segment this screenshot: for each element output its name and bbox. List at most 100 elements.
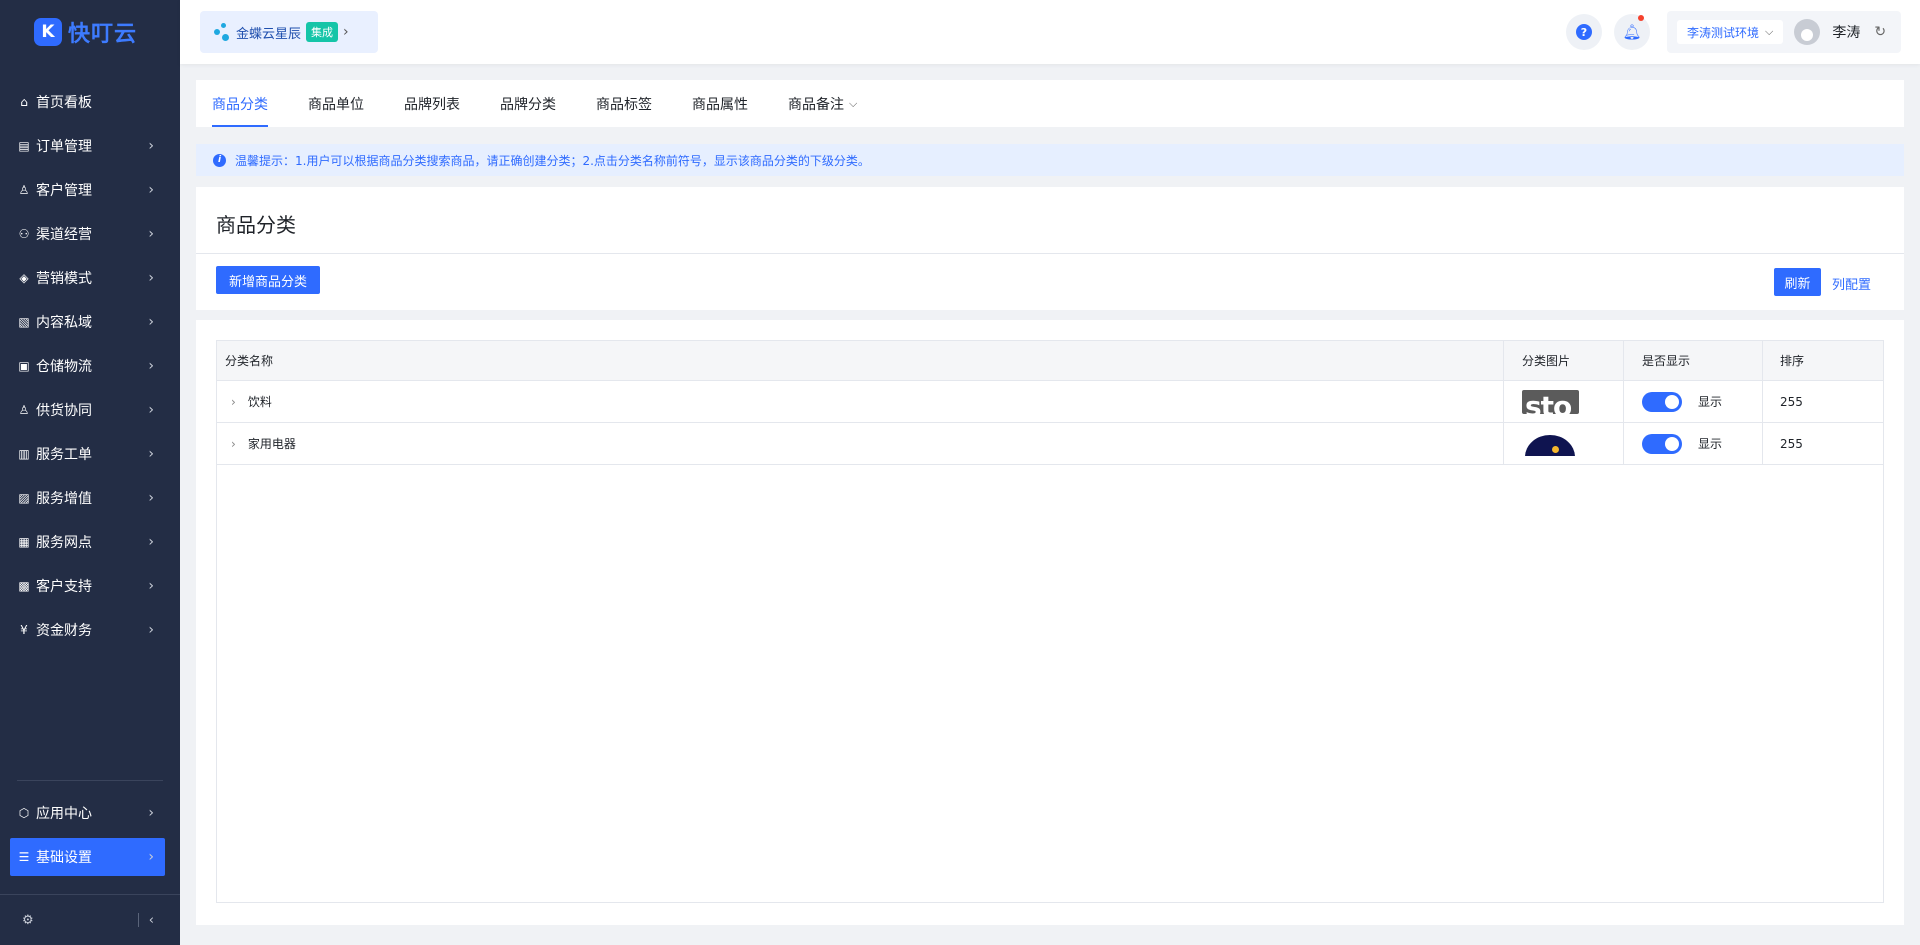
sidebar-item-label: 订单管理 bbox=[36, 139, 92, 155]
expand-chevron-icon[interactable]: › bbox=[231, 437, 236, 451]
table-row: › 家用电器 显示 255 bbox=[217, 423, 1883, 465]
sidebar-bottom-item-1[interactable]: ☰ 基础设置 › bbox=[10, 838, 165, 876]
sidebar-item-1[interactable]: ▤ 订单管理 › bbox=[0, 124, 180, 168]
sidebar-item-label: 服务网点 bbox=[36, 535, 92, 551]
show-toggle[interactable] bbox=[1642, 391, 1682, 412]
bag-icon: ▨ bbox=[18, 491, 30, 505]
tab-4[interactable]: 商品标签 bbox=[596, 80, 652, 127]
show-toggle[interactable] bbox=[1642, 433, 1682, 454]
chevron-down-icon: ⌵ bbox=[1765, 25, 1774, 38]
notification-button[interactable]: 🔔︎ bbox=[1614, 14, 1650, 50]
tab-label: 商品分类 bbox=[212, 96, 268, 113]
integration-badge: 集成 bbox=[306, 22, 339, 42]
sidebar-bottom-menu: ⬡ 应用中心 › ☰ 基础设置 › bbox=[0, 791, 180, 876]
collapse-sidebar-icon[interactable]: ‹ bbox=[149, 913, 154, 928]
chevron-right-icon: › bbox=[148, 578, 154, 594]
sidebar-divider bbox=[17, 780, 163, 781]
org-switcher[interactable]: 金蝶云星辰 集成 › bbox=[200, 11, 378, 53]
tab-6[interactable]: 商品备注 ⌵ bbox=[788, 80, 857, 127]
yuan-icon: ¥ bbox=[20, 623, 28, 637]
tab-label: 品牌分类 bbox=[500, 96, 556, 113]
environment-select[interactable]: 李涛测试环境 ⌵ bbox=[1677, 20, 1784, 44]
tabs-bar: 商品分类 商品单位 品牌列表 品牌分类 商品标签 商品属性 商品备注 ⌵ bbox=[196, 80, 1904, 127]
tab-3[interactable]: 品牌分类 bbox=[500, 80, 556, 127]
sidebar-item-8[interactable]: ▥ 服务工单 › bbox=[0, 432, 180, 476]
sidebar-item-label: 基础设置 bbox=[36, 850, 92, 866]
sidebar-item-2[interactable]: ♙ 客户管理 › bbox=[0, 168, 180, 212]
sidebar-item-10[interactable]: ▦ 服务网点 › bbox=[0, 520, 180, 564]
category-image-cell: sto bbox=[1504, 381, 1624, 422]
tab-label: 商品备注 bbox=[788, 96, 844, 113]
sidebar-item-5[interactable]: ▧ 内容私域 › bbox=[0, 300, 180, 344]
tab-label: 商品属性 bbox=[692, 96, 748, 113]
user-area: 李涛测试环境 ⌵ 李涛 ↻ bbox=[1667, 11, 1901, 53]
is-shown-cell: 显示 bbox=[1624, 381, 1763, 422]
sidebar-item-12[interactable]: ¥ 资金财务 › bbox=[0, 608, 180, 652]
chevron-right-icon: › bbox=[148, 270, 154, 286]
ticket-icon: ▥ bbox=[18, 447, 30, 461]
header-category-name: 分类名称 bbox=[217, 341, 1504, 380]
sidebar-item-4[interactable]: ◈ 营销模式 › bbox=[0, 256, 180, 300]
store-icon: ▦ bbox=[18, 535, 30, 549]
category-name-cell: › 饮料 bbox=[217, 381, 1504, 422]
tab-5[interactable]: 商品属性 bbox=[692, 80, 748, 127]
category-name[interactable]: 家用电器 bbox=[248, 435, 296, 452]
tab-1[interactable]: 商品单位 bbox=[308, 80, 364, 127]
chevron-right-icon: › bbox=[148, 358, 154, 374]
footer-divider bbox=[138, 913, 140, 927]
expand-chevron-icon[interactable]: › bbox=[231, 395, 236, 409]
header-sort: 排序 bbox=[1780, 354, 1805, 368]
user-icon: ♙ bbox=[18, 183, 30, 197]
sidebar-item-0[interactable]: ⌂ 首页看板 bbox=[0, 80, 180, 124]
chevron-right-icon: › bbox=[148, 534, 154, 550]
logo-icon: K bbox=[34, 18, 62, 46]
tab-0[interactable]: 商品分类 bbox=[212, 80, 268, 127]
chevron-down-icon: ⌵ bbox=[849, 96, 858, 110]
sidebar-item-label: 首页看板 bbox=[36, 95, 92, 111]
sidebar-item-label: 渠道经营 bbox=[36, 227, 92, 243]
tab-label: 商品标签 bbox=[596, 96, 652, 113]
show-label: 显示 bbox=[1698, 395, 1723, 409]
chevron-right-icon: › bbox=[148, 622, 154, 638]
chevron-right-icon: › bbox=[148, 849, 154, 865]
user-name[interactable]: 李涛 bbox=[1832, 22, 1860, 42]
tab-label: 品牌列表 bbox=[404, 96, 460, 113]
settings-list-icon: ☰ bbox=[18, 850, 30, 864]
sidebar-item-label: 服务工单 bbox=[36, 447, 92, 463]
sidebar-item-label: 服务增值 bbox=[36, 491, 92, 507]
avatar[interactable] bbox=[1794, 19, 1821, 45]
chevron-right-icon: › bbox=[148, 138, 154, 154]
sidebar-menu: ⌂ 首页看板 ▤ 订单管理 › ♙ 客户管理 › ⚇ 渠道经营 › ◈ 营销模式 › ▧ 内容私域 › ▣ 仓储物流… bbox=[0, 80, 180, 652]
clipboard-icon: ▤ bbox=[18, 139, 30, 153]
chevron-right-icon: › bbox=[148, 490, 154, 506]
help-icon: ? bbox=[1576, 24, 1592, 40]
sidebar-item-6[interactable]: ▣ 仓储物流 › bbox=[0, 344, 180, 388]
tab-2[interactable]: 品牌列表 bbox=[404, 80, 460, 127]
sidebar-bottom-item-0[interactable]: ⬡ 应用中心 › bbox=[0, 791, 180, 835]
sidebar-item-9[interactable]: ▨ 服务增值 › bbox=[0, 476, 180, 520]
support-icon: ▩ bbox=[18, 579, 30, 593]
category-name-cell: › 家用电器 bbox=[217, 423, 1504, 464]
gear-icon[interactable]: ⚙ bbox=[22, 913, 34, 928]
sidebar-item-11[interactable]: ▩ 客户支持 › bbox=[0, 564, 180, 608]
table-header: 分类名称 分类图片 是否显示 排序 bbox=[217, 341, 1883, 381]
category-name[interactable]: 饮料 bbox=[248, 393, 272, 410]
add-category-button[interactable]: 新增商品分类 bbox=[216, 266, 320, 294]
sidebar-item-label: 内容私域 bbox=[36, 315, 92, 331]
sidebar-item-3[interactable]: ⚇ 渠道经营 › bbox=[0, 212, 180, 256]
sidebar-item-label: 资金财务 bbox=[36, 623, 92, 639]
sort-cell: 255 bbox=[1780, 394, 1803, 409]
sidebar-item-7[interactable]: ♙ 供货协同 › bbox=[0, 388, 180, 432]
help-button[interactable]: ? bbox=[1566, 14, 1602, 50]
chevron-right-icon: › bbox=[148, 226, 154, 242]
header-category-image: 分类图片 bbox=[1504, 341, 1624, 380]
top-header: 金蝶云星辰 集成 › ? 🔔︎ 李涛测试环境 ⌵ 李涛 ↻ bbox=[180, 0, 1920, 64]
is-shown-cell: 显示 bbox=[1624, 423, 1763, 464]
refresh-button[interactable]: 刷新 bbox=[1774, 268, 1821, 296]
refresh-icon[interactable]: ↻ bbox=[1874, 24, 1886, 40]
logo[interactable]: K 快叮云 bbox=[0, 0, 180, 64]
sidebar: K 快叮云 ⌂ 首页看板 ▤ 订单管理 › ♙ 客户管理 › ⚇ 渠道经营 › ◈ 营销模式 › ▧ 内容私域… bbox=[0, 0, 180, 945]
column-config-link[interactable]: 列配置 bbox=[1832, 274, 1871, 293]
sidebar-item-label: 营销模式 bbox=[36, 271, 92, 287]
sidebar-item-label: 客户管理 bbox=[36, 183, 92, 199]
